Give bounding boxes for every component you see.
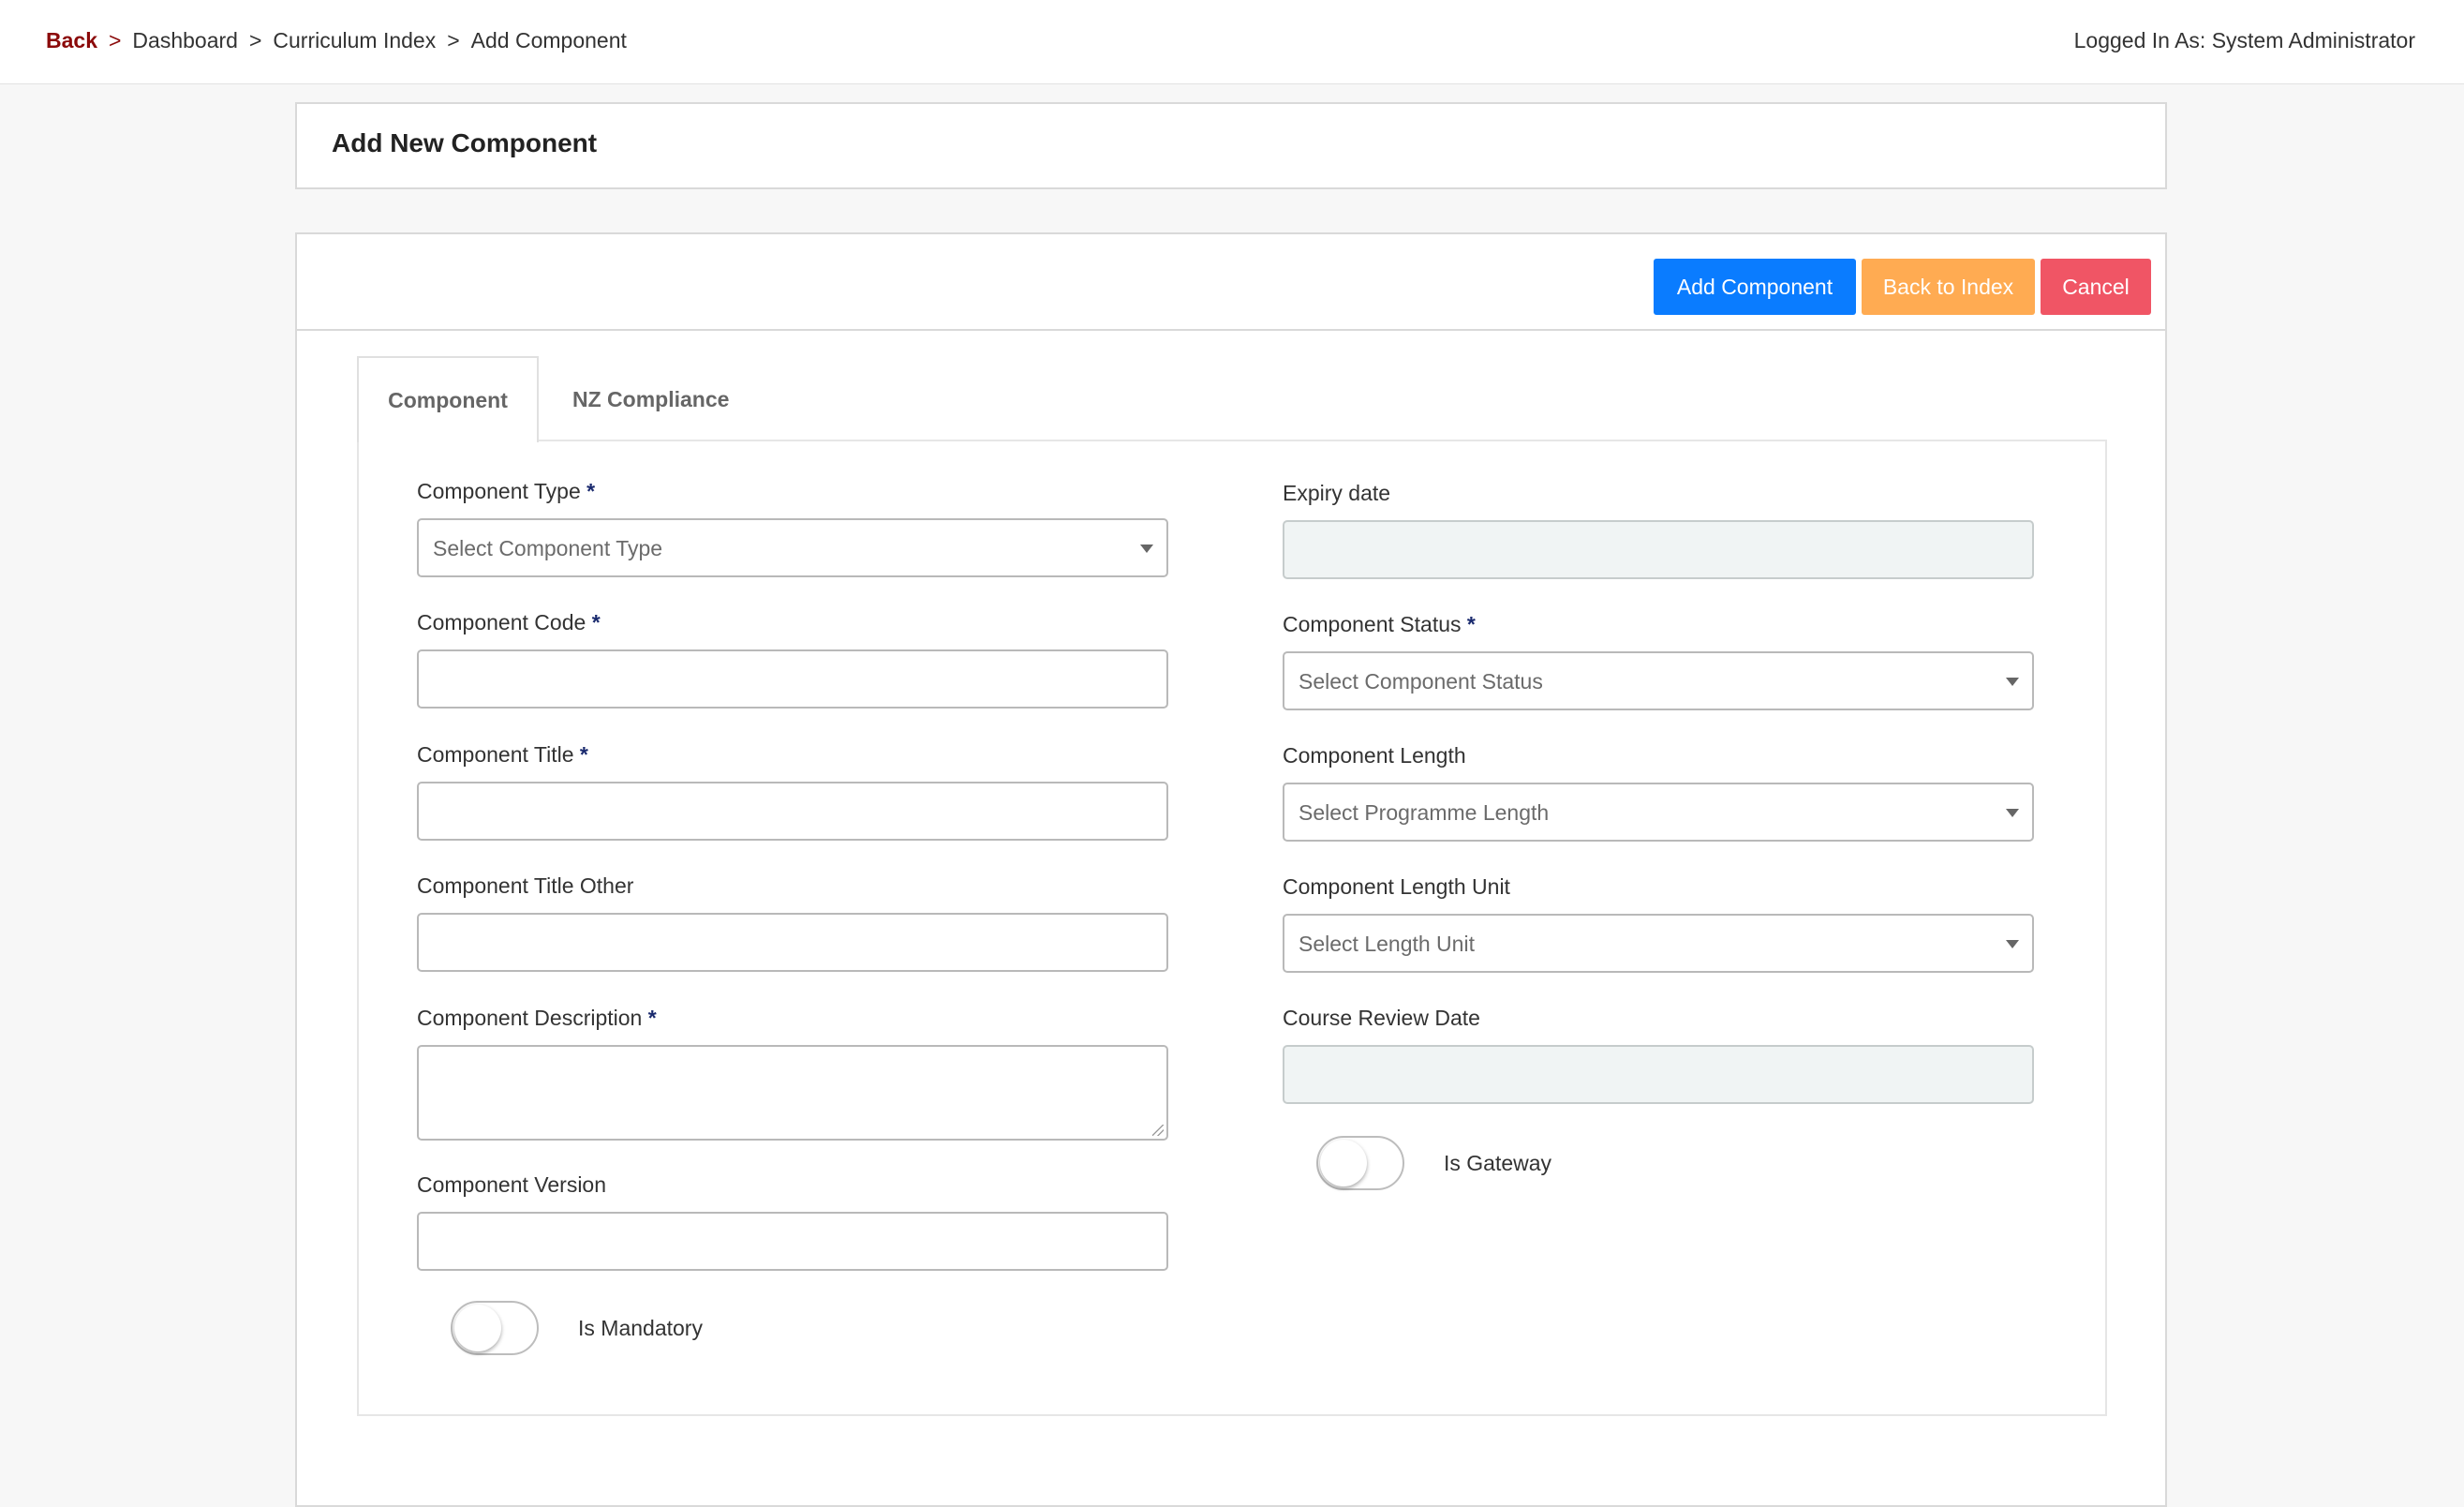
component-length-select[interactable]: Select Programme Length: [1283, 783, 2034, 842]
expiry-date-field: Expiry date: [1283, 481, 2034, 579]
component-version-input[interactable]: [417, 1212, 1168, 1271]
breadcrumb-curriculum-index[interactable]: Curriculum Index: [273, 28, 436, 53]
component-description-textarea[interactable]: [417, 1045, 1168, 1141]
tab-bar: Component NZ Compliance: [357, 356, 763, 442]
component-length-unit-label: Component Length Unit: [1283, 874, 1510, 899]
page-header-card: Add New Component: [295, 102, 2167, 189]
component-length-unit-select[interactable]: Select Length Unit: [1283, 914, 2034, 973]
add-component-button[interactable]: Add Component: [1654, 259, 1856, 315]
course-review-date-field: Course Review Date: [1283, 1006, 2034, 1104]
is-mandatory-toggle[interactable]: [451, 1301, 539, 1355]
component-type-placeholder: Select Component Type: [433, 536, 663, 560]
chevron-down-icon: [1140, 545, 1153, 553]
is-gateway-toggle[interactable]: [1316, 1136, 1404, 1190]
resize-grip-icon[interactable]: [1152, 1125, 1164, 1136]
toggle-knob: [454, 1305, 501, 1351]
expiry-date-input[interactable]: [1283, 520, 2034, 579]
breadcrumb-dashboard[interactable]: Dashboard: [132, 28, 238, 53]
logged-in-user: Logged In As: System Administrator: [2073, 28, 2415, 52]
breadcrumb-current: Add Component: [470, 28, 627, 52]
course-review-date-label: Course Review Date: [1283, 1006, 1480, 1030]
component-code-label: Component Code *: [417, 610, 601, 634]
component-version-field: Component Version: [417, 1172, 1168, 1271]
component-length-unit-field: Component Length Unit Select Length Unit: [1283, 874, 2034, 973]
is-gateway-row: Is Gateway: [1316, 1136, 1551, 1190]
component-length-unit-placeholder: Select Length Unit: [1299, 932, 1475, 956]
component-status-field: Component Status * Select Component Stat…: [1283, 612, 2034, 710]
component-title-other-label: Component Title Other: [417, 873, 634, 898]
component-type-select[interactable]: Select Component Type: [417, 518, 1168, 577]
component-title-other-field: Component Title Other: [417, 873, 1168, 972]
component-code-input[interactable]: [417, 649, 1168, 709]
component-version-label: Component Version: [417, 1172, 607, 1197]
component-length-field: Component Length Select Programme Length: [1283, 743, 2034, 842]
page-title: Add New Component: [332, 128, 598, 157]
breadcrumb-separator: >: [248, 28, 262, 52]
component-status-select[interactable]: Select Component Status: [1283, 651, 2034, 710]
toggle-knob: [1320, 1140, 1367, 1186]
component-status-label: Component Status *: [1283, 612, 1476, 636]
form-card: Add Component Back to Index Cancel Compo…: [295, 232, 2167, 1507]
back-link[interactable]: Back: [46, 28, 97, 53]
component-title-other-input[interactable]: [417, 913, 1168, 972]
component-title-field: Component Title *: [417, 742, 1168, 841]
is-mandatory-row: Is Mandatory: [451, 1301, 703, 1355]
back-to-index-button[interactable]: Back to Index: [1862, 259, 2035, 315]
component-code-field: Component Code *: [417, 610, 1168, 709]
breadcrumb-separator: >: [447, 28, 460, 52]
component-description-label: Component Description *: [417, 1006, 657, 1030]
tab-nz-compliance[interactable]: NZ Compliance: [539, 356, 763, 442]
is-gateway-label: Is Gateway: [1444, 1150, 1552, 1175]
chevron-down-icon: [2006, 940, 2019, 948]
component-tab-panel: Component Type * Select Component Type C…: [357, 440, 2107, 1416]
breadcrumb: Back > Dashboard > Curriculum Index > Ad…: [46, 28, 627, 53]
breadcrumb-separator: >: [108, 28, 122, 52]
component-length-placeholder: Select Programme Length: [1299, 800, 1550, 825]
component-type-field: Component Type * Select Component Type: [417, 479, 1168, 577]
expiry-date-label: Expiry date: [1283, 481, 1391, 505]
component-type-label: Component Type *: [417, 479, 596, 503]
component-title-input[interactable]: [417, 782, 1168, 841]
is-mandatory-label: Is Mandatory: [578, 1315, 703, 1340]
cancel-button[interactable]: Cancel: [2041, 259, 2151, 315]
component-description-field: Component Description *: [417, 1006, 1168, 1141]
chevron-down-icon: [2006, 809, 2019, 817]
component-title-label: Component Title *: [417, 742, 588, 767]
chevron-down-icon: [2006, 678, 2019, 686]
top-bar: Back > Dashboard > Curriculum Index > Ad…: [0, 0, 2464, 84]
component-status-placeholder: Select Component Status: [1299, 669, 1543, 694]
tab-component[interactable]: Component: [357, 356, 539, 442]
component-length-label: Component Length: [1283, 743, 1466, 768]
form-toolbar: Add Component Back to Index Cancel: [297, 234, 2165, 331]
course-review-date-input[interactable]: [1283, 1045, 2034, 1104]
